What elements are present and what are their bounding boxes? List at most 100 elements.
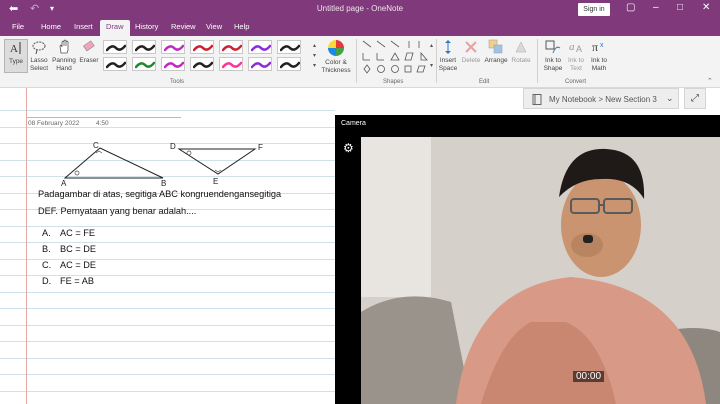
pen-stroke-icon (193, 61, 213, 69)
pen-swatch[interactable] (219, 57, 243, 71)
pen-swatch[interactable] (277, 57, 301, 71)
svg-text:x: x (600, 42, 604, 49)
insert-space-button[interactable]: Insert Space (437, 39, 459, 73)
triangle-def (177, 148, 257, 175)
rotate-button[interactable]: Rotate (510, 39, 532, 65)
pen-swatch[interactable] (248, 40, 272, 54)
gear-icon[interactable]: ⚙ (343, 141, 354, 155)
type-label: Type (8, 58, 24, 65)
ruled-line (0, 291, 335, 293)
eraser-button[interactable]: Eraser (78, 39, 100, 65)
tab-draw[interactable]: Draw (100, 20, 130, 36)
option-text: FE = AB (60, 276, 94, 286)
pen-swatch[interactable] (132, 40, 156, 54)
pen-swatch[interactable] (248, 57, 272, 71)
vertex-f: F (258, 143, 263, 152)
tab-view[interactable]: View (206, 22, 222, 31)
rotate-label: Rotate (511, 57, 531, 64)
question-text: Padagambar di atas, segitiga ABC kongrue… (38, 186, 338, 220)
webcam-person-image (361, 137, 720, 404)
hand-icon (59, 39, 69, 54)
tab-review[interactable]: Review (171, 22, 196, 31)
maximize-icon[interactable]: □ (677, 2, 683, 13)
tab-help[interactable]: Help (234, 22, 249, 31)
lasso-select-button[interactable]: Lasso Select (29, 39, 49, 73)
color-thickness-button[interactable]: Color & Thickness (320, 39, 352, 75)
delete-label: Delete (461, 57, 481, 64)
option-d: D. FE = AB (42, 276, 94, 286)
pen-stroke-icon (106, 61, 126, 69)
delete-button[interactable]: Delete (461, 39, 481, 65)
sign-in-button[interactable]: Sign in (578, 3, 610, 16)
ink-to-math-button[interactable]: πx Ink to Math (588, 39, 610, 73)
note-date: 08 February 2022 (28, 120, 80, 127)
tab-insert[interactable]: Insert (74, 22, 93, 31)
pen-stroke-icon (222, 61, 242, 69)
camera-window[interactable]: Camera ⚙ 00:00 (335, 115, 720, 404)
shapes-gallery[interactable] (361, 39, 431, 79)
ruled-line (0, 374, 335, 375)
ink-to-text-label: Ink to Text (568, 57, 584, 72)
shapes-more-icon[interactable]: ▾ (430, 62, 433, 69)
option-c: C. AC = DE (42, 260, 96, 270)
delete-icon (465, 41, 477, 53)
question-line-2: DEF. Pernyataan yang benar adalah.... (38, 206, 197, 216)
pen-swatch[interactable] (277, 40, 301, 54)
note-time: 4:50 (96, 120, 109, 127)
pen-swatch[interactable] (161, 57, 185, 71)
type-button[interactable]: A Type (4, 39, 28, 73)
ruled-line (0, 324, 335, 326)
pen-stroke-icon (164, 61, 184, 69)
pen-stroke-icon (106, 44, 126, 52)
chevron-down-icon[interactable]: ⌄ (666, 93, 674, 104)
tab-home[interactable]: Home (41, 22, 61, 31)
option-b: B. BC = DE (42, 244, 96, 254)
breadcrumb-text: My Notebook > New Section 3 (549, 95, 657, 104)
vertex-c: C (93, 141, 99, 150)
pen-swatch[interactable] (190, 40, 214, 54)
triangles-drawing: C A B D F E (61, 141, 263, 188)
pen-swatch[interactable] (190, 57, 214, 71)
svg-text:π: π (592, 40, 598, 54)
gallery-up-icon[interactable]: ▴ (313, 42, 316, 49)
gallery-down-icon[interactable]: ▾ (313, 52, 316, 59)
arrange-button[interactable]: Arrange (483, 39, 509, 65)
collapse-ribbon-icon[interactable]: ⌃ (707, 77, 713, 85)
pen-swatch[interactable] (161, 40, 185, 54)
tab-file[interactable]: File (12, 22, 24, 31)
ribbon-tabs: File Home Insert Draw History Review Vie… (0, 19, 720, 36)
eraser-icon (83, 40, 95, 52)
insert-space-label: Insert Space (438, 57, 458, 72)
gallery-more-icon[interactable]: ▾ (313, 62, 316, 69)
edit-group-label: Edit (479, 79, 490, 85)
pen-swatch[interactable] (219, 40, 243, 54)
eraser-label: Eraser (79, 57, 99, 64)
notebook-breadcrumb[interactable]: My Notebook > New Section 3 ⌄ (523, 88, 679, 109)
ink-to-shape-label: Ink to Shape (543, 57, 563, 72)
pen-swatch[interactable] (103, 57, 127, 71)
camera-video-feed (361, 137, 720, 404)
ink-to-math-label: Ink to Math (591, 57, 607, 72)
ruled-line (0, 242, 335, 243)
expand-icon[interactable]: ⤢ (684, 88, 706, 109)
option-a: A. AC = FE (42, 228, 95, 238)
panning-hand-button[interactable]: Panning Hand (52, 39, 76, 73)
close-icon[interactable]: ✕ (702, 2, 710, 13)
arrange-icon (488, 39, 503, 54)
pen-swatch[interactable] (103, 40, 127, 54)
question-line-1: Padagambar di atas, segitiga ABC kongrue… (38, 189, 282, 199)
minimize-icon[interactable]: – (653, 2, 659, 13)
pen-swatch[interactable] (132, 57, 156, 71)
ribbon-display-icon[interactable]: ▢ (626, 2, 635, 13)
shapes-up-icon[interactable]: ▴ (430, 42, 433, 49)
window-title: Untitled page - OneNote (316, 4, 404, 13)
insert-space-icon (445, 40, 451, 54)
pen-stroke-icon (280, 61, 300, 69)
tab-history[interactable]: History (135, 22, 158, 31)
pen-stroke-icon (251, 44, 271, 52)
pen-stroke-icon (251, 61, 271, 69)
vertex-d: D (170, 142, 176, 151)
ink-to-shape-button[interactable]: Ink to Shape (541, 39, 565, 73)
ribbon: A Type Lasso Select Panning Hand Eraser … (0, 36, 720, 88)
ink-to-text-button[interactable]: aA Ink to Text (566, 39, 586, 73)
